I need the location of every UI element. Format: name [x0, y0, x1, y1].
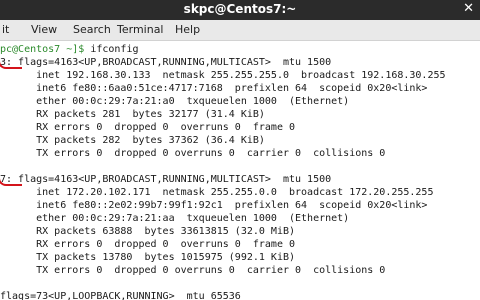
red-annotation-mark — [0, 61, 22, 69]
output-line: TX packets 282 bytes 37362 (36.4 KiB) — [0, 135, 265, 146]
output-line: RX errors 0 dropped 0 overruns 0 frame 0 — [0, 122, 296, 133]
output-line: 7: flags=4163<UP,BROADCAST,RUNNING,MULTI… — [0, 174, 332, 185]
terminal-window: skpc@Centos7:~ ✕ it View Search Terminal… — [0, 0, 480, 300]
shell-command: ifconfig — [84, 44, 139, 55]
close-icon[interactable]: ✕ — [463, 1, 474, 16]
output-line: inet6 fe80::6aa0:51ce:4717:7168 prefixle… — [0, 83, 428, 94]
output-line: TX errors 0 dropped 0 overruns 0 carrier… — [0, 148, 386, 159]
terminal-output[interactable]: pc@Centos7 ~]$ ifconfig 3: flags=4163<UP… — [0, 41, 480, 300]
menu-search[interactable]: Search — [73, 23, 111, 36]
shell-prompt: pc@Centos7 ~]$ — [0, 44, 85, 55]
output-line: RX packets 63888 bytes 33613815 (32.0 Mi… — [0, 226, 296, 237]
menu-terminal[interactable]: Terminal — [117, 23, 164, 36]
output-line: 3: flags=4163<UP,BROADCAST,RUNNING,MULTI… — [0, 57, 332, 68]
output-line: ether 00:0c:29:7a:21:a0 txqueuelen 1000 … — [0, 96, 350, 107]
output-line: inet 192.168.30.133 netmask 255.255.255.… — [0, 70, 446, 81]
output-line: RX errors 0 dropped 0 overruns 0 frame 0 — [0, 239, 296, 250]
window-title: skpc@Centos7:~ — [183, 2, 297, 16]
output-line: TX errors 0 dropped 0 overruns 0 carrier… — [0, 265, 386, 276]
output-line: flags=73<UP,LOOPBACK,RUNNING> mtu 65536 — [0, 291, 241, 300]
output-line: RX packets 281 bytes 32177 (31.4 KiB) — [0, 109, 265, 120]
output-line: ether 00:0c:29:7a:21:aa txqueuelen 1000 … — [0, 213, 350, 224]
menu-edit[interactable]: it — [2, 23, 9, 36]
menu-view[interactable]: View — [31, 23, 57, 36]
red-annotation-mark — [0, 178, 22, 186]
output-line: TX packets 13780 bytes 1015975 (992.1 Ki… — [0, 252, 296, 263]
command-line: pc@Centos7 ~]$ ifconfig — [0, 43, 138, 56]
title-bar[interactable]: skpc@Centos7:~ ✕ — [0, 0, 480, 20]
output-line: inet6 fe80::2e02:99b7:99f1:92c1 prefixle… — [0, 200, 428, 211]
menu-bar: it View Search Terminal Help — [0, 20, 480, 41]
menu-help[interactable]: Help — [175, 23, 200, 36]
output-line: inet 172.20.102.171 netmask 255.255.0.0 … — [0, 187, 434, 198]
